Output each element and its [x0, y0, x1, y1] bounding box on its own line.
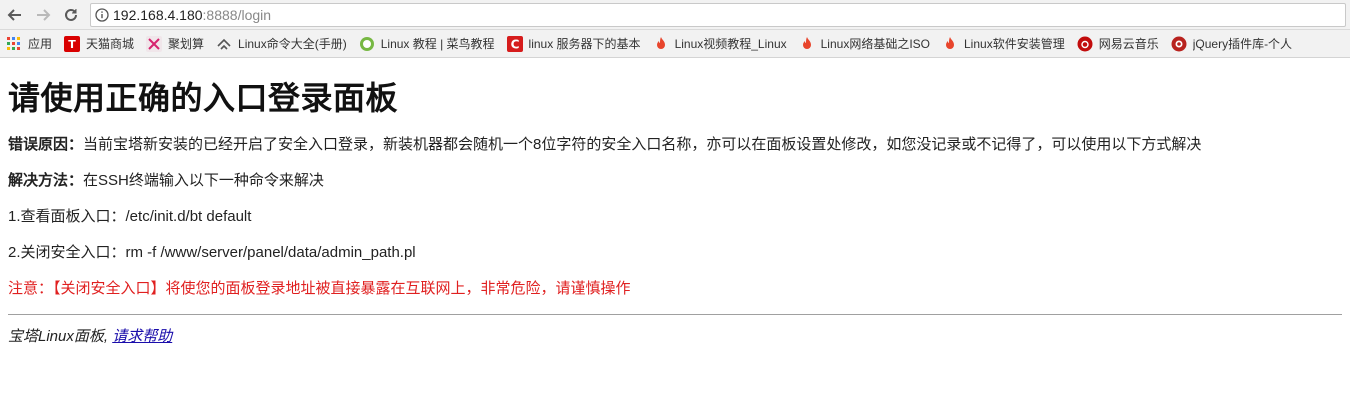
page-content: 请使用正确的入口登录面板 错误原因：当前宝塔新安装的已经开启了安全入口登录，新装…: [0, 58, 1350, 346]
runoob-icon: [359, 36, 375, 52]
apps-grid-icon: [6, 36, 22, 52]
back-arrow-icon: [7, 8, 21, 21]
reload-button[interactable]: [58, 2, 84, 28]
bookmark-runoob[interactable]: Linux 教程 | 菜鸟教程: [353, 30, 501, 57]
bookmark-apps[interactable]: 应用: [0, 30, 58, 57]
url-host: 192.168.4.180: [113, 6, 203, 23]
linux-command-icon: [216, 36, 232, 52]
csdn-icon: C: [506, 35, 523, 52]
browser-toolbar: 192.168.4.180:8888/login: [0, 0, 1350, 30]
step-view-entry: 1.查看面板入口：/etc/init.d/bt default: [8, 208, 252, 225]
divider: [8, 314, 1342, 315]
bookmarks-bar: 应用 T 天猫商城 聚划算 Linux命令大全(手册) Linux 教程 | 菜…: [0, 30, 1350, 58]
help-link[interactable]: 请求帮助: [112, 328, 172, 345]
bookmark-jquery-plugins[interactable]: jQuery插件库-个人: [1165, 30, 1298, 57]
bookmark-csdn[interactable]: C linux 服务器下的基本: [501, 30, 647, 57]
footer: 宝塔Linux面板, 请求帮助: [8, 325, 1342, 346]
bookmark-linux-software[interactable]: Linux软件安装管理: [936, 30, 1071, 57]
svg-text:T: T: [68, 38, 76, 51]
flame-icon: [653, 36, 669, 52]
warning-text: 注意：【关闭安全入口】将使您的面板登录地址被直接暴露在互联网上，非常危险，请谨慎…: [8, 280, 631, 297]
bookmark-linux-video[interactable]: Linux视频教程_Linux: [647, 30, 793, 57]
forward-arrow-icon: [37, 8, 51, 21]
svg-text:C: C: [510, 37, 519, 51]
juhuasuan-icon: [146, 35, 163, 52]
back-button[interactable]: [2, 2, 28, 28]
url-path: :8888/login: [202, 6, 272, 23]
reload-icon: [65, 8, 77, 21]
flame-icon: [799, 36, 815, 52]
page-title: 请使用正确的入口登录面板: [8, 79, 399, 117]
error-reason: 错误原因：当前宝塔新安装的已经开启了安全入口登录，新装机器都会随机一个8位字符的…: [8, 134, 1342, 156]
footer-text: 宝塔Linux面板,: [8, 328, 109, 345]
solution-text: 在SSH终端输入以下一种命令来解决: [83, 172, 324, 189]
error-reason-label: 错误原因：: [8, 136, 84, 153]
error-reason-text: 当前宝塔新安装的已经开启了安全入口登录，新装机器都会随机一个8位字符的安全入口名…: [83, 136, 1202, 153]
netease-music-icon: [1077, 36, 1093, 52]
bookmark-linux-commands[interactable]: Linux命令大全(手册): [210, 30, 353, 57]
bookmark-tmall[interactable]: T 天猫商城: [58, 30, 140, 57]
bookmark-juhuasuan[interactable]: 聚划算: [140, 30, 210, 57]
info-icon[interactable]: [91, 7, 113, 22]
step-disable-entry: 2.关闭安全入口：rm -f /www/server/panel/data/ad…: [8, 244, 416, 261]
address-bar[interactable]: 192.168.4.180:8888/login: [90, 2, 1346, 27]
jquery-icon: [1171, 36, 1187, 52]
bookmark-linux-network[interactable]: Linux网络基础之ISO: [793, 30, 936, 57]
tmall-icon: T: [64, 35, 81, 52]
flame-icon: [942, 36, 958, 52]
bookmark-netease-music[interactable]: 网易云音乐: [1071, 30, 1165, 57]
forward-button[interactable]: [30, 2, 56, 28]
solution: 解决方法：在SSH终端输入以下一种命令来解决: [8, 170, 1342, 192]
solution-label: 解决方法：: [8, 172, 84, 189]
